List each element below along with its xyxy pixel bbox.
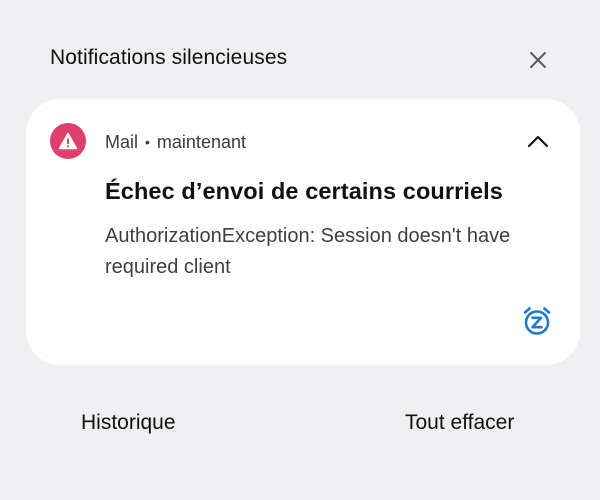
close-button[interactable] [522, 44, 554, 76]
notification-body: AuthorizationException: Session doesn't … [105, 225, 511, 278]
notification-section-header: Notifications silencieuses [50, 44, 560, 76]
clear-all-button[interactable]: Tout effacer [405, 411, 514, 435]
notification-meta: Mail • maintenant [105, 132, 246, 153]
section-title: Notifications silencieuses [50, 46, 288, 69]
collapse-button[interactable] [520, 125, 556, 157]
meta-separator: • [145, 133, 150, 150]
snooze-button[interactable] [520, 304, 554, 338]
notification-card[interactable]: Mail • maintenant Échec d’envoi de certa… [26, 99, 580, 365]
history-button[interactable]: Historique [81, 411, 176, 435]
app-name: Mail [105, 132, 139, 152]
notification-time: maintenant [156, 132, 246, 152]
warning-triangle-icon [58, 132, 78, 150]
snooze-alarm-icon [523, 307, 551, 335]
app-icon [50, 123, 86, 159]
chevron-up-icon [527, 135, 549, 148]
notification-title: Échec d’envoi de certains courriels [105, 178, 503, 204]
close-icon [530, 52, 546, 68]
